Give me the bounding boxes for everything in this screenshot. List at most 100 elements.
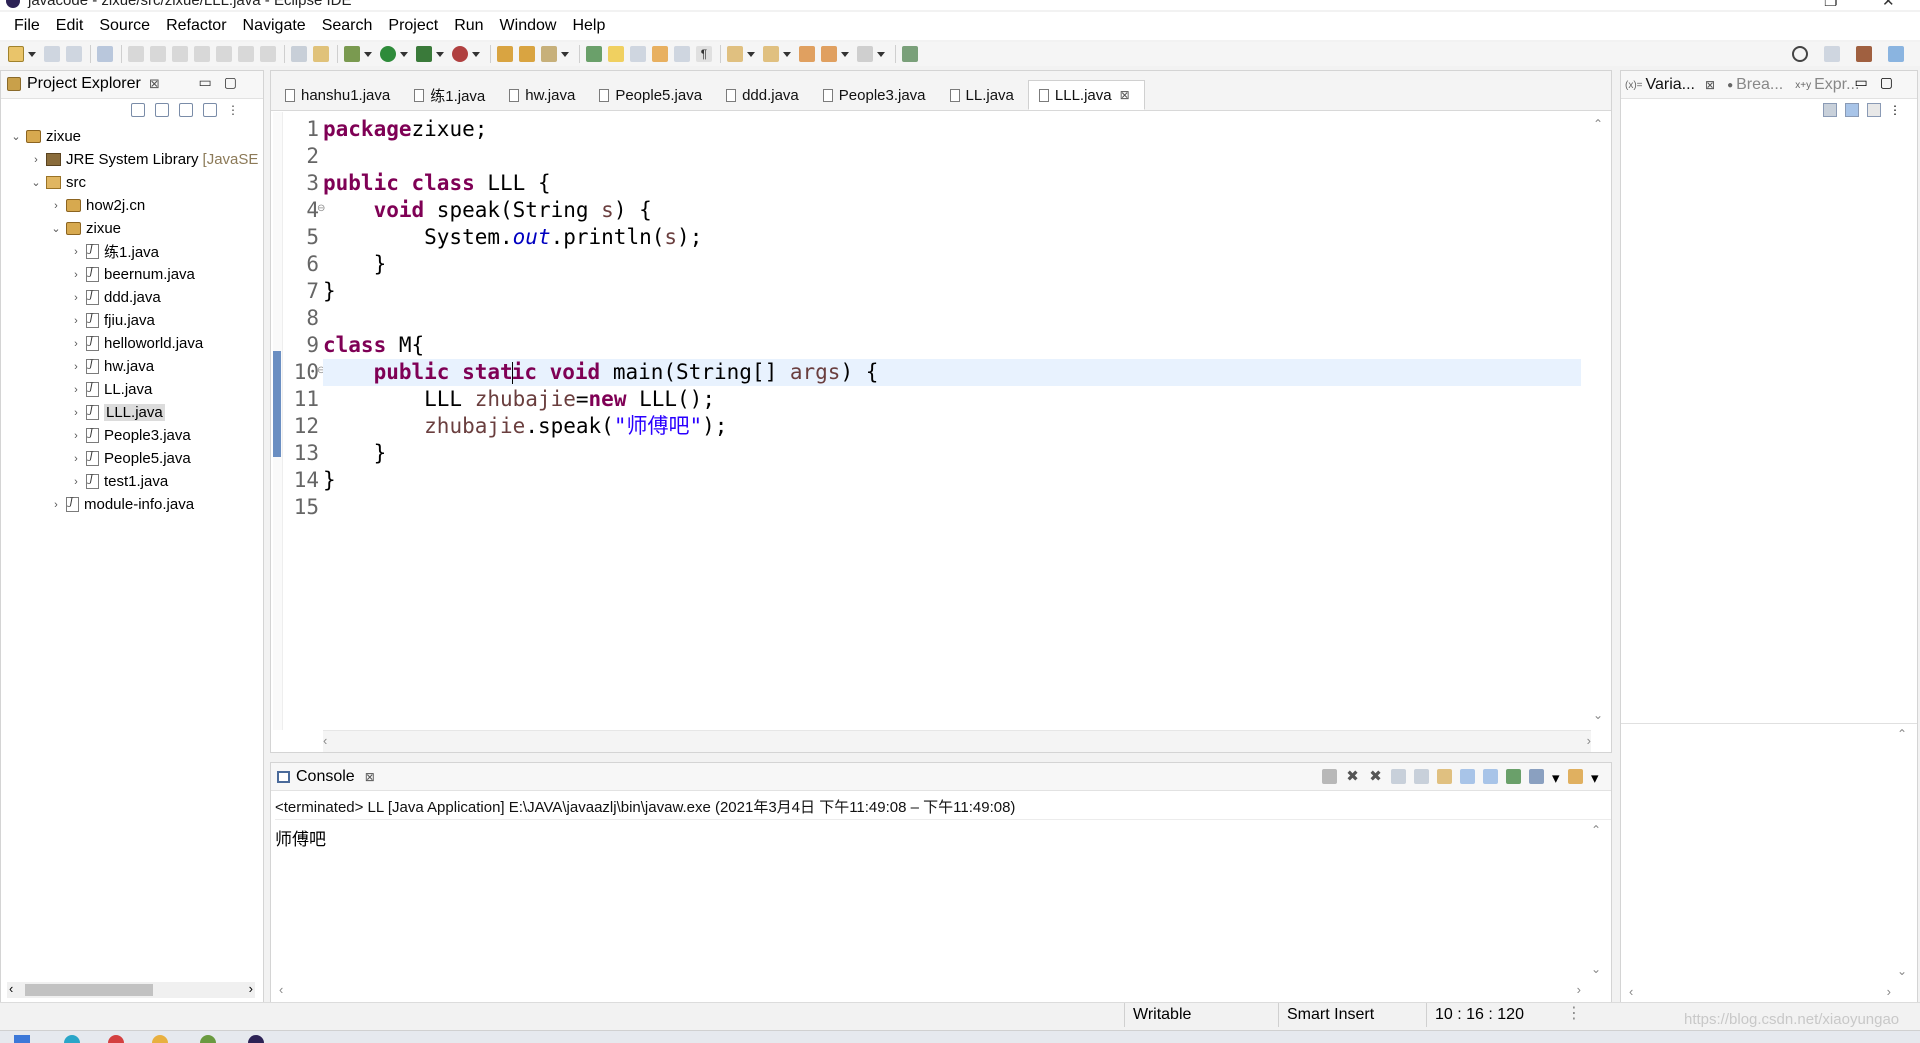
- skip-breakpoints-icon[interactable]: [97, 46, 113, 62]
- disconnect-icon[interactable]: [194, 46, 210, 62]
- editor-tab[interactable]: hw.java: [499, 80, 589, 110]
- word-wrap-console-icon[interactable]: [1437, 769, 1452, 784]
- remove-all-launches-icon[interactable]: ✖: [1368, 769, 1383, 784]
- tree-item[interactable]: › how2j.cn: [1, 194, 263, 217]
- code-line[interactable]: class M{: [323, 332, 1581, 359]
- tree-item[interactable]: › JRE System Library [JavaSE: [1, 148, 263, 171]
- terminate-console-icon[interactable]: [1322, 769, 1337, 784]
- chevron-right-icon[interactable]: ›: [69, 315, 83, 327]
- code-line[interactable]: [323, 143, 1581, 170]
- scroll-right-icon[interactable]: ›: [249, 981, 253, 996]
- editor-tab[interactable]: LLL.java ⊠: [1027, 80, 1145, 110]
- code-line[interactable]: zhubajie.speak("师傅吧");: [323, 413, 1581, 440]
- scroll-right-icon[interactable]: ›: [1577, 982, 1581, 997]
- use-step-filters-icon[interactable]: [291, 46, 307, 62]
- code-line[interactable]: }: [323, 467, 1581, 494]
- save-all-icon[interactable]: [66, 46, 82, 62]
- scroll-right-icon[interactable]: ›: [1587, 733, 1591, 748]
- chevron-right-icon[interactable]: ›: [49, 200, 63, 212]
- cursor-position[interactable]: 10 : 16 : 120: [1426, 1003, 1562, 1027]
- scroll-left-icon[interactable]: ‹: [323, 733, 327, 748]
- filter-icon[interactable]: [179, 103, 193, 117]
- editor-tab[interactable]: ddd.java: [716, 80, 813, 110]
- menu-help[interactable]: Help: [564, 17, 613, 35]
- editor-vertical-scrollbar[interactable]: ⌃ ⌄: [1593, 117, 1607, 722]
- suspend-icon[interactable]: [150, 46, 166, 62]
- tree-item[interactable]: › LL.java: [1, 378, 263, 401]
- scroll-down-icon[interactable]: ⌄: [1593, 708, 1603, 722]
- show-on-stdout-icon[interactable]: [1460, 769, 1475, 784]
- new-icon[interactable]: [8, 46, 24, 62]
- external-tools-icon[interactable]: [452, 46, 468, 62]
- scroll-left-icon[interactable]: ‹: [9, 981, 13, 996]
- chevron-right-icon[interactable]: ›: [29, 154, 43, 166]
- code-line[interactable]: void speak(String s) {: [323, 197, 1581, 224]
- tree-item[interactable]: › hw.java: [1, 355, 263, 378]
- close-window-icon[interactable]: ✕: [1882, 0, 1895, 10]
- menu-navigate[interactable]: Navigate: [235, 17, 314, 35]
- new-dropdown-icon[interactable]: [28, 51, 36, 57]
- collapse-all-variables-icon[interactable]: [1867, 103, 1881, 117]
- tree-item[interactable]: › LLL.java: [1, 401, 263, 424]
- code-line[interactable]: LLL zhubajie=new LLL();: [323, 386, 1581, 413]
- show-type-names-icon[interactable]: [1823, 103, 1837, 117]
- open-task-icon[interactable]: [586, 46, 602, 62]
- debug-perspective-icon[interactable]: [1888, 46, 1904, 62]
- menu-edit[interactable]: Edit: [48, 17, 92, 35]
- scroll-up-icon[interactable]: ⌃: [1897, 727, 1907, 741]
- code-line[interactable]: [323, 305, 1581, 332]
- editor-tab[interactable]: hanshu1.java: [275, 80, 404, 110]
- code-line[interactable]: }: [323, 440, 1581, 467]
- chevron-right-icon[interactable]: ›: [69, 269, 83, 281]
- back-icon[interactable]: [821, 46, 837, 62]
- scroll-right-icon[interactable]: ›: [1887, 984, 1891, 999]
- code-line[interactable]: [323, 494, 1581, 521]
- scroll-down-icon[interactable]: ⌄: [1897, 964, 1907, 978]
- tree-item[interactable]: › 练1.java: [1, 240, 263, 263]
- chevron-down-icon[interactable]: ⌄: [29, 176, 43, 189]
- drop-to-frame-icon[interactable]: [313, 46, 329, 62]
- scroll-down-icon[interactable]: ⌄: [1591, 962, 1601, 976]
- eclipse-taskbar-icon[interactable]: [248, 1035, 264, 1043]
- minimize-maximize-icons[interactable]: ▭▢: [199, 74, 249, 91]
- details-vertical-scrollbar[interactable]: ⌃ ⌄: [1897, 727, 1911, 978]
- menu-project[interactable]: Project: [380, 17, 446, 35]
- external-tools-dropdown-icon[interactable]: [472, 51, 480, 57]
- debug-icon[interactable]: [344, 46, 360, 62]
- open-perspective-icon[interactable]: [1824, 46, 1840, 62]
- tree-item[interactable]: › fjiu.java: [1, 309, 263, 332]
- new-java-project-icon[interactable]: [497, 46, 513, 62]
- code-area[interactable]: 1 2 3 4 ⊖ 5 6 7 8 9 10 ⊖ 11 12 13 14 15 packagezixue; pub…: [271, 112, 1611, 730]
- focus-icon[interactable]: [203, 103, 217, 117]
- console-output[interactable]: 师傅吧: [275, 825, 326, 850]
- app-icon[interactable]: [200, 1035, 216, 1043]
- minimize-maximize-icons[interactable]: ▭▢: [1855, 74, 1905, 91]
- tree-item[interactable]: ⌄ zixue: [1, 217, 263, 240]
- tree-item[interactable]: › module-info.java: [1, 493, 263, 516]
- close-view-icon[interactable]: ⊠: [1705, 78, 1715, 92]
- chevron-right-icon[interactable]: ›: [69, 407, 83, 419]
- editor-horizontal-scrollbar[interactable]: ‹ ›: [323, 730, 1591, 752]
- chevron-right-icon[interactable]: ›: [69, 246, 83, 258]
- chevron-down-icon[interactable]: ⌄: [9, 130, 23, 143]
- run-dropdown-icon[interactable]: [400, 51, 408, 57]
- pin-console-icon[interactable]: [1506, 769, 1521, 784]
- collapse-all-icon[interactable]: [131, 103, 145, 117]
- coverage-dropdown-icon[interactable]: [436, 51, 444, 57]
- close-explorer-icon[interactable]: ⊠: [149, 76, 160, 92]
- toggle-breadcrumb-icon[interactable]: [630, 46, 646, 62]
- chevron-right-icon[interactable]: ›: [69, 453, 83, 465]
- insert-mode-status[interactable]: Smart Insert: [1278, 1003, 1426, 1027]
- open-type-icon[interactable]: [519, 46, 535, 62]
- start-icon[interactable]: [14, 1035, 30, 1043]
- chevron-down-icon[interactable]: ⌄: [49, 222, 63, 235]
- debug-view-tab[interactable]: ● Brea...: [1727, 76, 1783, 94]
- open-console-icon[interactable]: [1568, 769, 1583, 784]
- tree-item[interactable]: ⌄ zixue: [1, 125, 263, 148]
- debug-view-tab[interactable]: (x)= Varia... ⊠: [1625, 76, 1715, 94]
- step-return-icon[interactable]: [260, 46, 276, 62]
- menu-file[interactable]: File: [6, 17, 48, 35]
- scroll-up-icon[interactable]: ⌃: [1591, 823, 1601, 837]
- show-on-stderr-icon[interactable]: [1483, 769, 1498, 784]
- run-icon[interactable]: [380, 46, 396, 62]
